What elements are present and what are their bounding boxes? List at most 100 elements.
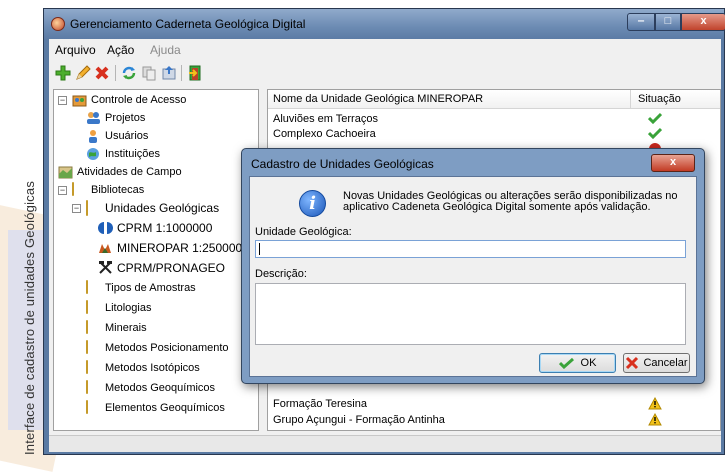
mineropar-logo-icon (98, 241, 113, 255)
folder-icon (86, 300, 101, 315)
tree-item-controle-acesso[interactable]: − Controle de Acesso (58, 92, 186, 108)
check-icon (647, 112, 663, 127)
tree-item-minerais[interactable]: Minerais (86, 320, 147, 336)
folder-icon (86, 320, 101, 335)
tree-label: Atividades de Campo (77, 166, 182, 178)
side-caption-wrap: Interface de cadastro de unidades Geológ… (0, 0, 40, 455)
toolbar-separator-2 (181, 65, 182, 81)
tree-label: Tipos de Amostras (105, 282, 196, 294)
toolbar (49, 60, 721, 86)
delete-icon[interactable] (93, 64, 111, 82)
unit-name: Formação Teresina (273, 398, 367, 410)
collapse-icon[interactable]: − (72, 203, 81, 213)
descricao-textarea[interactable] (255, 283, 686, 345)
tree-item-metodos-isotopicos[interactable]: Metodos Isotópicos (86, 360, 200, 376)
warning-icon (648, 412, 662, 429)
refresh-icon[interactable] (120, 64, 138, 82)
tree-label: Litologias (105, 302, 152, 314)
tree-item-cprm[interactable]: CPRM 1:1000000 (98, 220, 212, 236)
tree-item-atividades-campo[interactable]: Atividades de Campo (58, 164, 182, 180)
tree-label: Usuários (105, 130, 149, 142)
tree-label: Elementos Geoquímicos (105, 402, 225, 414)
cancel-button[interactable]: Cancelar (623, 353, 690, 373)
ok-button[interactable]: OK (539, 353, 616, 373)
close-button[interactable]: x (681, 13, 725, 31)
column-divider[interactable] (630, 90, 631, 108)
info-message: Novas Unidades Geológicas ou alterações … (343, 191, 683, 213)
unidade-label: Unidade Geológica: (255, 226, 352, 238)
tree-label: Metodos Isotópicos (105, 362, 200, 374)
add-icon[interactable] (54, 64, 72, 82)
info-line-2: aplicativo Cadeneta Geológica Digital so… (343, 201, 651, 213)
unit-name: Complexo Cachoeira (273, 128, 376, 140)
table-row[interactable]: Complexo Cachoeira (268, 127, 720, 142)
field-map-icon (58, 165, 73, 179)
cancel-x-icon (626, 356, 639, 370)
tree-label: Metodos Geoquímicos (105, 382, 216, 394)
app-icon (51, 17, 65, 31)
dialog-close-button[interactable]: x (651, 154, 695, 172)
folder-icon (72, 182, 87, 197)
dialog-body: i Novas Unidades Geológicas ou alteraçõe… (249, 176, 697, 377)
list-header: Nome da Unidade Geológica MINEROPAR Situ… (268, 90, 720, 109)
tree-item-projetos[interactable]: Projetos (86, 110, 145, 126)
minimize-button[interactable]: ‒ (627, 13, 655, 31)
toolbar-separator (115, 65, 116, 81)
title-bar[interactable]: Gerenciamento Caderneta Geológica Digita… (44, 9, 725, 39)
users-group-icon (72, 93, 87, 107)
cadastro-dialog: Cadastro de Unidades Geológicas x i Nova… (241, 148, 705, 384)
folder-icon (86, 340, 101, 355)
table-row[interactable]: Grupo Açungui - Formação Antinha (268, 412, 720, 429)
tree-label: MINEROPAR 1:250000 (117, 241, 243, 255)
cancel-label: Cancelar (643, 357, 688, 369)
tree-item-usuarios[interactable]: Usuários (86, 128, 148, 144)
menu-acao[interactable]: Ação (107, 43, 134, 57)
tree-item-unidades-geologicas[interactable]: − Unidades Geológicas (72, 200, 219, 216)
folder-icon (86, 360, 101, 375)
ok-label: OK (580, 357, 597, 369)
export-icon[interactable] (160, 64, 178, 82)
globe-people-icon (86, 147, 101, 161)
menu-bar: Arquivo Ação Ajuda (49, 39, 721, 59)
status-bar (49, 435, 721, 452)
cprm-logo-icon (98, 221, 113, 235)
tree-item-metodos-geoquimicos[interactable]: Metodos Geoquímicos (86, 380, 215, 396)
copy-icon[interactable] (140, 64, 158, 82)
tree-label: CPRM/PRONAGEO (117, 261, 226, 275)
tree-item-metodos-posicionamento[interactable]: Metodos Posicionamento (86, 340, 229, 356)
edit-pencil-icon[interactable] (74, 64, 92, 82)
unit-name: Grupo Açungui - Formação Antinha (273, 414, 445, 426)
collapse-icon[interactable]: − (58, 185, 67, 195)
column-header-status[interactable]: Situação (638, 93, 681, 105)
text-caret (259, 243, 260, 255)
tree-label: Minerais (105, 322, 147, 334)
window-title: Gerenciamento Caderneta Geológica Digita… (70, 17, 306, 31)
menu-arquivo[interactable]: Arquivo (55, 43, 96, 57)
tree-item-mineropar[interactable]: MINEROPAR 1:250000 (98, 240, 242, 256)
tree-item-elementos-geoquimicos[interactable]: Elementos Geoquímicos (86, 400, 225, 416)
menu-ajuda[interactable]: Ajuda (150, 43, 181, 57)
tree-item-bibliotecas[interactable]: − Bibliotecas (58, 182, 144, 198)
tree-label: CPRM 1:1000000 (117, 221, 213, 235)
table-row[interactable]: Formação Teresina (268, 396, 720, 412)
info-icon: i (299, 190, 326, 217)
exit-door-icon[interactable] (186, 64, 204, 82)
crossed-hammers-icon (98, 261, 113, 275)
tree-label: Controle de Acesso (91, 94, 187, 106)
descricao-label: Descrição: (255, 268, 307, 280)
collapse-icon[interactable]: − (58, 95, 67, 105)
table-row[interactable]: Aluviões em Terraços (268, 112, 720, 127)
tree-item-instituicoes[interactable]: Instituições (86, 146, 160, 162)
maximize-button[interactable]: □ (655, 13, 681, 31)
tree-label: Metodos Posicionamento (105, 342, 229, 354)
folder-icon (86, 200, 101, 216)
tree-label: Projetos (105, 112, 146, 124)
navigation-tree[interactable]: − Controle de Acesso Projetos Usuários I… (53, 89, 259, 431)
tree-item-cprm-pronageo[interactable]: CPRM/PRONAGEO (98, 260, 225, 276)
check-icon (558, 357, 574, 369)
unidade-input[interactable] (255, 240, 686, 258)
tree-item-litologias[interactable]: Litologias (86, 300, 151, 316)
column-header-name[interactable]: Nome da Unidade Geológica MINEROPAR (273, 93, 483, 105)
tree-item-tipos-amostras[interactable]: Tipos de Amostras (86, 280, 196, 296)
side-caption: Interface de cadastro de unidades Geológ… (22, 180, 37, 455)
